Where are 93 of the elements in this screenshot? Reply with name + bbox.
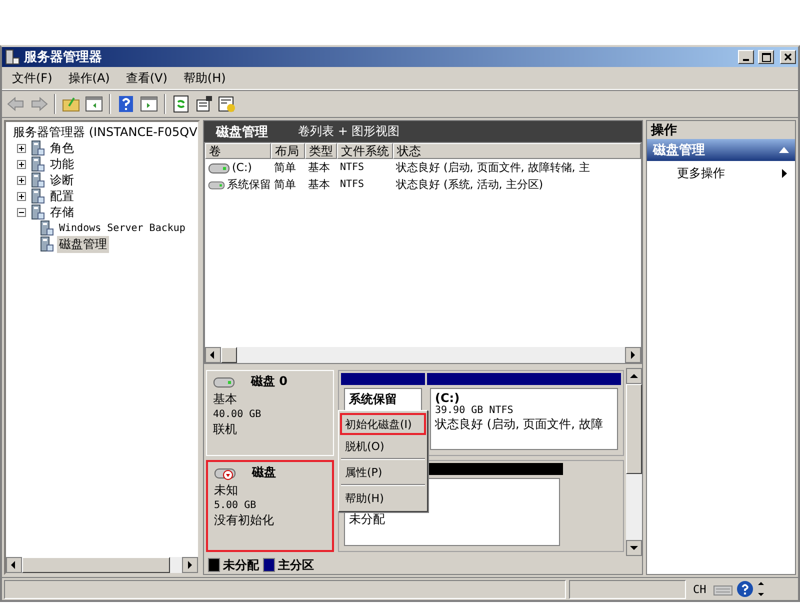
table-cell: 基本 (308, 177, 330, 192)
column-header[interactable]: 卷 (205, 143, 271, 159)
refresh-icon[interactable] (171, 94, 191, 114)
table-cell: 基本 (308, 160, 330, 175)
minimize-button[interactable] (738, 50, 754, 64)
collapse-caret-icon[interactable] (779, 147, 789, 153)
disk-info-panel[interactable]: 磁盘 0 基本 40.00 GB 联机 (206, 370, 334, 456)
server-icon (29, 204, 45, 220)
server-icon (4, 49, 20, 65)
maximize-button[interactable] (758, 50, 774, 64)
expand-toggle[interactable] (17, 144, 26, 152)
close-button[interactable] (780, 50, 796, 64)
scrollbar-thumb[interactable] (626, 384, 642, 474)
menu-item[interactable]: 帮助(H) (177, 70, 232, 86)
disk-name: 磁盘 (252, 464, 276, 481)
expand-toggle[interactable] (17, 176, 26, 184)
window-title: 服务器管理器 (24, 49, 103, 66)
disk-name: 磁盘 0 (251, 373, 288, 390)
context-menu-item[interactable]: 属性(P) (339, 461, 427, 483)
menu-item[interactable]: 操作(A) (62, 70, 116, 86)
maximize-icon (762, 52, 770, 62)
pane-icon[interactable] (84, 94, 104, 114)
table-cell: NTFS (340, 162, 364, 173)
table-cell: 状态良好 (系统, 活动, 主分区) (396, 177, 544, 192)
partition-name: 系统保留 (349, 391, 398, 408)
column-header[interactable]: 状态 (393, 143, 641, 159)
submenu-arrow-icon (782, 169, 787, 178)
context-menu-item[interactable]: 脱机(O) (339, 435, 427, 457)
table-cell: (C:) (232, 161, 252, 174)
properties-icon[interactable] (194, 94, 214, 114)
scrollbar-thumb[interactable] (221, 347, 237, 363)
column-header[interactable]: 布局 (271, 143, 305, 159)
tree-item[interactable]: 磁盘管理 (57, 236, 109, 252)
server-icon (38, 220, 54, 236)
scrollbar-thumb[interactable] (22, 557, 170, 573)
disk-type: 未知 (214, 482, 238, 499)
context-menu-item[interactable]: 初始化磁盘(I) (340, 413, 426, 435)
close-icon (784, 53, 792, 61)
help-icon[interactable] (116, 94, 136, 114)
partition-status: 未分配 (349, 511, 386, 528)
table-cell: 简单 (274, 177, 296, 192)
scroll-down-button[interactable] (626, 540, 642, 556)
table-cell: 系统保留 (227, 177, 271, 192)
partition-status: 状态良好 (启动, 页面文件, 故障 (435, 416, 604, 433)
column-header[interactable]: 文件系统 (337, 143, 393, 159)
column-header[interactable]: 类型 (305, 143, 337, 159)
language-indicator[interactable]: CH (689, 582, 710, 596)
scroll-up-button[interactable] (626, 368, 642, 384)
action-link[interactable]: 更多操作 (677, 165, 725, 182)
server-icon (29, 188, 45, 204)
disk-type: 基本 (213, 391, 237, 408)
scroll-right-button[interactable] (182, 557, 198, 573)
view-label: 卷列表 + 图形视图 (298, 123, 400, 140)
partition-size: 39.90 GB NTFS (435, 405, 514, 416)
overflow-icon[interactable] (757, 581, 766, 597)
tree-item[interactable]: 诊断 (48, 172, 76, 188)
table-cell: 状态良好 (启动, 页面文件, 故障转储, 主 (396, 160, 590, 175)
actions-section-header[interactable]: 磁盘管理 (647, 139, 795, 161)
disk-size: 40.00 GB (213, 409, 262, 420)
tree-item[interactable]: 配置 (48, 188, 76, 204)
scroll-left-button[interactable] (205, 347, 221, 363)
disk-info-panel[interactable]: 磁盘 未知 5.00 GB 没有初始化 (206, 460, 334, 552)
collapse-toggle[interactable] (17, 208, 26, 216)
legend-label: 主分区 (278, 556, 314, 574)
server-icon (29, 172, 45, 188)
table-cell: 简单 (274, 160, 296, 175)
tree-item[interactable]: 服务器管理器 (INSTANCE-F05QV (11, 124, 200, 140)
menu-item[interactable]: 查看(V) (120, 70, 174, 86)
tree-item[interactable]: Windows Server Backup (57, 222, 188, 234)
expand-toggle[interactable] (17, 160, 26, 168)
server-icon (29, 156, 45, 172)
server-icon (38, 236, 54, 252)
expand-toggle[interactable] (17, 192, 26, 200)
menu-item[interactable]: 文件(F) (6, 70, 58, 86)
disk-size: 5.00 GB (214, 500, 256, 511)
tree-item[interactable]: 角色 (48, 140, 76, 156)
partition-name: (C:) (435, 391, 461, 405)
panel-title: 磁盘管理 (216, 124, 268, 140)
legend-label: 未分配 (223, 556, 259, 574)
pane-icon[interactable] (139, 94, 159, 114)
server-icon (29, 140, 45, 156)
table-cell: NTFS (340, 179, 364, 190)
tree-item[interactable]: 存储 (48, 204, 76, 220)
actions-header: 操作 (647, 121, 795, 139)
tree-item[interactable]: 功能 (48, 156, 76, 172)
scrollbar-track (170, 557, 182, 573)
disk-status: 没有初始化 (214, 512, 274, 529)
partition-box[interactable]: (C:) 39.90 GB NTFS 状态良好 (启动, 页面文件, 故障 (430, 388, 618, 450)
console-icon[interactable] (217, 94, 237, 114)
scroll-right-button[interactable] (625, 347, 641, 363)
scroll-left-button[interactable] (6, 557, 22, 573)
help-icon[interactable] (736, 580, 754, 598)
disk-status: 联机 (213, 421, 237, 438)
